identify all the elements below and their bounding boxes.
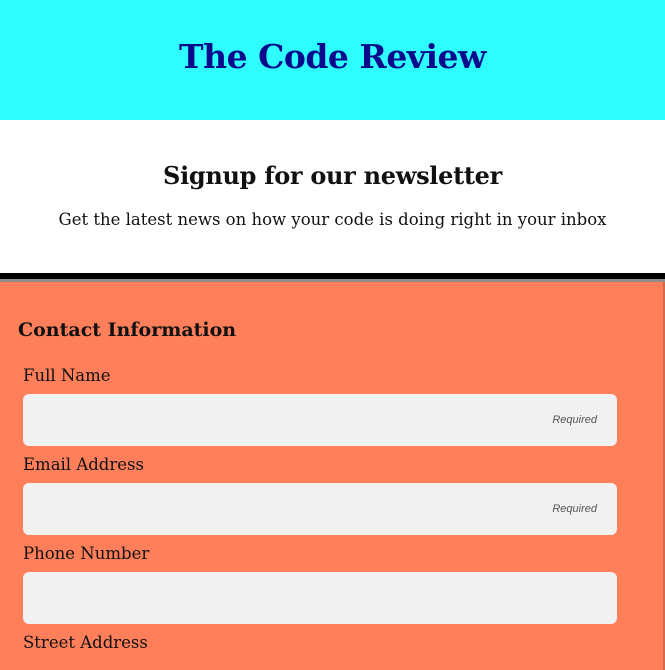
newsletter-signup-section: Signup for our newsletter Get the latest… bbox=[0, 120, 665, 273]
signup-subtitle: Get the latest news on how your code is … bbox=[58, 210, 607, 229]
phone-input[interactable] bbox=[23, 572, 617, 624]
contact-section-title: Contact Information bbox=[18, 319, 237, 341]
contact-form: Contact Information Full Name Required E… bbox=[0, 282, 665, 670]
street-address-label: Street Address bbox=[23, 633, 148, 652]
phone-field[interactable] bbox=[23, 572, 617, 624]
full-name-field[interactable]: Required bbox=[23, 394, 617, 446]
email-label: Email Address bbox=[23, 455, 144, 474]
phone-label: Phone Number bbox=[23, 544, 150, 563]
site-header: The Code Review bbox=[0, 0, 665, 120]
email-field[interactable]: Required bbox=[23, 483, 617, 535]
full-name-input[interactable] bbox=[23, 394, 617, 446]
signup-title: Signup for our newsletter bbox=[163, 161, 502, 190]
site-title: The Code Review bbox=[179, 36, 486, 76]
email-input[interactable] bbox=[23, 483, 617, 535]
full-name-label: Full Name bbox=[23, 366, 111, 385]
